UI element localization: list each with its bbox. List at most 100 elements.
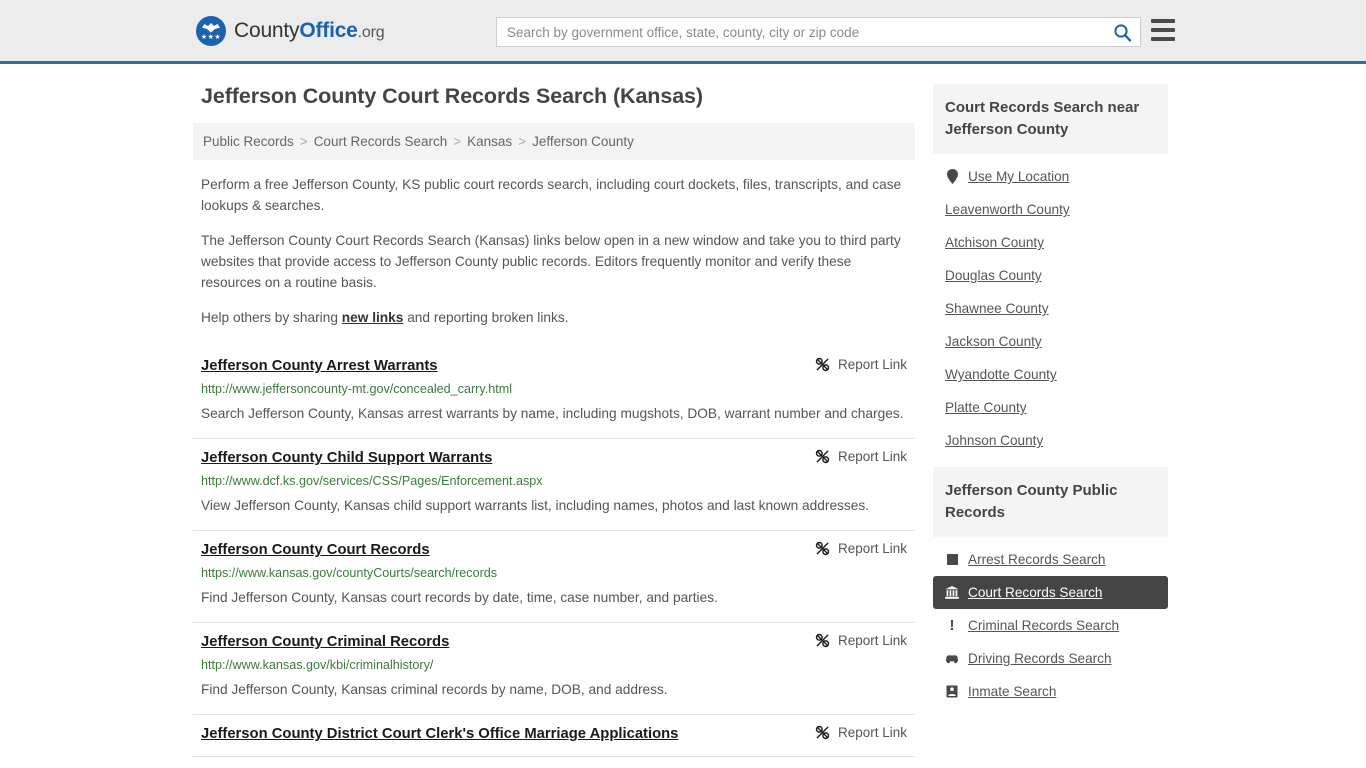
result-url[interactable]: http://www.kansas.gov/kbi/criminalhistor… (201, 657, 907, 674)
results-list: Jefferson County Arrest Warrants Report … (193, 342, 915, 757)
map-pin-icon (945, 169, 959, 184)
hamburger-bar (1151, 28, 1175, 32)
result-header: Jefferson County Arrest Warrants Report … (201, 356, 907, 376)
sidebar-item-label: Arrest Records Search (968, 552, 1106, 567)
result-title-link[interactable]: Jefferson County Arrest Warrants (201, 356, 438, 376)
intro-paragraph-3: Help others by sharing new links and rep… (201, 307, 915, 328)
sidebar-item-label: Driving Records Search (968, 651, 1112, 666)
result-item: Jefferson County Criminal Records Report… (193, 623, 915, 715)
nearby-heading: Court Records Search near Jefferson Coun… (933, 84, 1168, 154)
result-item: Jefferson County Court Records Report Li… (193, 531, 915, 623)
page-title: Jefferson County Court Records Search (K… (201, 84, 915, 109)
content-container: Jefferson County Court Records Search (K… (193, 84, 1173, 757)
broken-link-icon (815, 357, 830, 372)
result-title-link[interactable]: Jefferson County Criminal Records (201, 632, 449, 652)
sidebar-item-label: Johnson County (945, 433, 1043, 448)
result-description: Find Jefferson County, Kansas court reco… (201, 585, 907, 610)
public-records-box: Jefferson County Public Records Arrest R… (933, 467, 1168, 708)
result-description: Find Jefferson County, Kansas criminal r… (201, 677, 907, 702)
intro-paragraph-1: Perform a free Jefferson County, KS publ… (201, 174, 915, 216)
search-input[interactable] (497, 18, 1104, 46)
report-link-button[interactable]: Report Link (815, 356, 907, 372)
county-office-logo-icon: ★★★ (196, 16, 226, 46)
public-records-list: Arrest Records Search (933, 537, 1168, 708)
courthouse-icon (945, 586, 959, 599)
result-item: Jefferson County Arrest Warrants Report … (193, 342, 915, 439)
result-url[interactable]: http://www.jeffersoncounty-mt.gov/concea… (201, 381, 907, 398)
broken-link-icon (815, 541, 830, 556)
result-title-link[interactable]: Jefferson County Child Support Warrants (201, 448, 492, 468)
sidebar-item-driving-records-search[interactable]: Driving Records Search (933, 642, 1168, 675)
intro-paragraph-2: The Jefferson County Court Records Searc… (201, 230, 915, 293)
exclamation-icon: ! (945, 619, 959, 633)
intro-text: Perform a free Jefferson County, KS publ… (193, 174, 915, 328)
square-icon (945, 554, 959, 565)
hamburger-bar (1151, 37, 1175, 41)
sidebar-item-label: Shawnee County (945, 301, 1049, 316)
public-records-heading: Jefferson County Public Records (933, 467, 1168, 537)
result-header: Jefferson County Criminal Records Report… (201, 632, 907, 652)
sidebar-item-leavenworth-county[interactable]: Leavenworth County (933, 193, 1168, 226)
breadcrumb: Public Records>Court Records Search>Kans… (193, 123, 915, 160)
sidebar-item-label: Court Records Search (968, 585, 1102, 600)
breadcrumb-item-jefferson-county[interactable]: Jefferson County (532, 134, 634, 149)
sidebar-item-label: Use My Location (968, 169, 1069, 184)
breadcrumb-item-public-records[interactable]: Public Records (203, 134, 294, 149)
logo-word-county: County (234, 19, 299, 42)
broken-link-icon (815, 449, 830, 464)
report-link-label: Report Link (838, 357, 907, 372)
sidebar-item-shawnee-county[interactable]: Shawnee County (933, 292, 1168, 325)
result-header: Jefferson County District Court Clerk's … (201, 724, 907, 744)
result-title-link[interactable]: Jefferson County Court Records (201, 540, 430, 560)
sidebar-item-court-records-search[interactable]: Court Records Search (933, 576, 1168, 609)
logo-word-office: Office (299, 19, 357, 42)
sidebar-item-label: Platte County (945, 400, 1027, 415)
search-button[interactable] (1104, 18, 1140, 46)
report-link-button[interactable]: Report Link (815, 724, 907, 740)
sidebar-item-criminal-records-search[interactable]: ! Criminal Records Search (933, 609, 1168, 642)
logo-stars: ★★★ (196, 34, 226, 41)
hamburger-menu-button[interactable] (1151, 19, 1175, 41)
report-link-button[interactable]: Report Link (815, 448, 907, 464)
breadcrumb-item-kansas[interactable]: Kansas (467, 134, 512, 149)
breadcrumb-separator: > (300, 134, 308, 149)
sidebar-item-wyandotte-county[interactable]: Wyandotte County (933, 358, 1168, 391)
report-link-label: Report Link (838, 541, 907, 556)
report-link-button[interactable]: Report Link (815, 632, 907, 648)
logo-word-org: .org (358, 24, 385, 41)
sidebar-item-johnson-county[interactable]: Johnson County (933, 424, 1168, 457)
sidebar-item-atchison-county[interactable]: Atchison County (933, 226, 1168, 259)
breadcrumb-item-court-records-search[interactable]: Court Records Search (314, 134, 448, 149)
search-icon (1113, 23, 1132, 42)
intro-p3-before: Help others by sharing (201, 310, 342, 325)
nearby-list: Use My Location Leavenworth County Atchi… (933, 154, 1168, 457)
broken-link-icon (815, 725, 830, 740)
site-logo[interactable]: ★★★ CountyOffice.org (196, 16, 384, 46)
result-title-link[interactable]: Jefferson County District Court Clerk's … (201, 724, 678, 744)
result-url[interactable]: https://www.kansas.gov/countyCourts/sear… (201, 565, 907, 582)
page-body: Jefferson County Court Records Search (K… (0, 64, 1366, 757)
sidebar-item-jackson-county[interactable]: Jackson County (933, 325, 1168, 358)
result-description: Search Jefferson County, Kansas arrest w… (201, 401, 907, 426)
report-link-label: Report Link (838, 633, 907, 648)
report-link-button[interactable]: Report Link (815, 540, 907, 556)
intro-p3-after: and reporting broken links. (403, 310, 568, 325)
eagle-icon (201, 22, 221, 33)
sidebar-item-arrest-records-search[interactable]: Arrest Records Search (933, 543, 1168, 576)
new-links-link[interactable]: new links (342, 310, 404, 325)
search-bar[interactable] (496, 17, 1141, 47)
sidebar-item-douglas-county[interactable]: Douglas County (933, 259, 1168, 292)
sidebar-item-label: Wyandotte County (945, 367, 1057, 382)
sidebar-item-label: Jackson County (945, 334, 1042, 349)
site-header: ★★★ CountyOffice.org (0, 0, 1366, 64)
sidebar-item-inmate-search[interactable]: Inmate Search (933, 675, 1168, 708)
sidebar-item-platte-county[interactable]: Platte County (933, 391, 1168, 424)
result-url[interactable]: http://www.dcf.ks.gov/services/CSS/Pages… (201, 473, 907, 490)
report-link-label: Report Link (838, 725, 907, 740)
hamburger-bar (1151, 19, 1175, 23)
result-item: Jefferson County Child Support Warrants … (193, 439, 915, 531)
sidebar-item-use-my-location[interactable]: Use My Location (933, 160, 1168, 193)
broken-link-icon (815, 633, 830, 648)
sidebar: Court Records Search near Jefferson Coun… (933, 84, 1168, 757)
logo-wordmark: CountyOffice.org (234, 19, 384, 43)
